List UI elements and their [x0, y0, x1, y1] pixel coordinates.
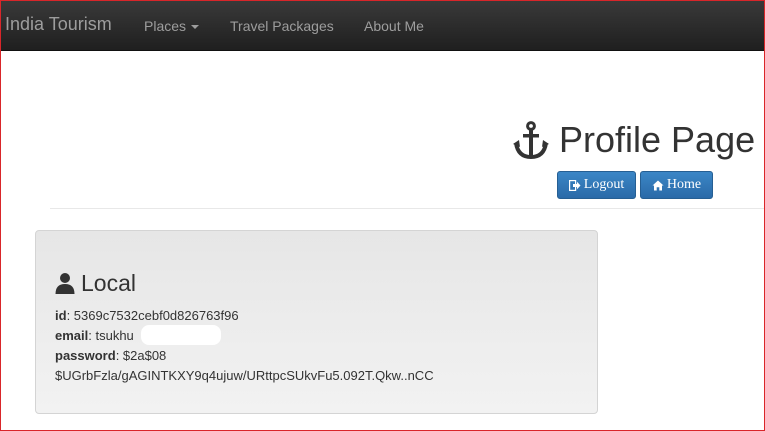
brand-link[interactable]: India Tourism: [5, 14, 112, 35]
redaction-mark: [141, 325, 221, 345]
nav-about-me[interactable]: About Me: [364, 18, 424, 34]
password-row: password: $2a$08: [55, 348, 166, 363]
password-value: : $2a$08: [115, 348, 167, 363]
home-button[interactable]: Home: [640, 171, 713, 199]
id-value: : 5369c7532cebf0d826763f96: [66, 308, 239, 323]
page-title: Profile Page: [512, 118, 755, 162]
logout-button[interactable]: Logout: [557, 171, 636, 199]
id-row: id: 5369c7532cebf0d826763f96: [55, 308, 239, 323]
sign-out-icon: [568, 179, 581, 191]
anchor-icon: [513, 121, 549, 159]
nav-travel-packages[interactable]: Travel Packages: [230, 18, 334, 34]
nav-places-dropdown[interactable]: Places: [144, 18, 200, 34]
page-title-text: Profile Page: [559, 119, 756, 160]
password-value-continued: $UGrbFzla/gAGINTKXY9q4ujuw/URttpcSUkvFu5…: [55, 368, 434, 383]
email-row: email: tsukhu: [55, 328, 134, 343]
local-panel: Local id: 5369c7532cebf0d826763f96 email…: [35, 230, 598, 414]
home-label: Home: [666, 177, 702, 192]
nav-places-label: Places: [144, 18, 187, 34]
local-title: Local: [55, 269, 136, 297]
email-value: : tsukhu: [88, 328, 134, 343]
home-icon: [652, 180, 664, 190]
logout-label: Logout: [583, 177, 625, 192]
id-label: id: [55, 308, 67, 323]
local-title-text: Local: [81, 269, 136, 296]
header-divider: [50, 208, 765, 209]
navbar: India Tourism Places Travel Packages Abo…: [0, 0, 765, 51]
caret-down-icon: [191, 25, 200, 30]
email-label: email: [55, 328, 89, 343]
password-label: password: [55, 348, 116, 363]
user-icon: [55, 273, 75, 294]
